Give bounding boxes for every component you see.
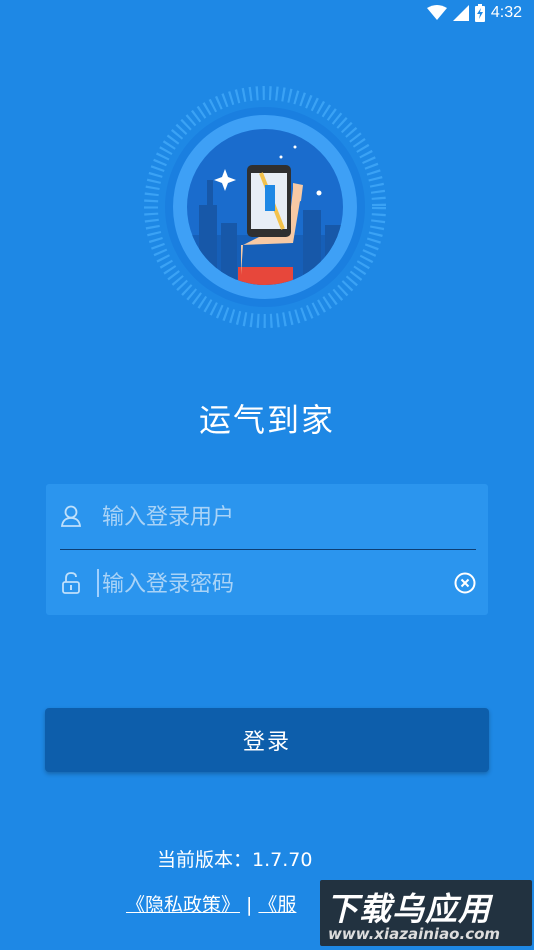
field-divider	[60, 549, 476, 550]
text-cursor	[97, 569, 99, 597]
lock-icon	[62, 572, 80, 594]
wifi-icon	[426, 5, 447, 20]
link-separator: |	[246, 894, 253, 916]
password-field[interactable]	[46, 551, 488, 615]
version-text: 当前版本：1.7.70	[157, 849, 313, 871]
app-title: 运气到家	[198, 401, 335, 439]
username-field[interactable]	[46, 484, 488, 548]
login-button[interactable]: 登录	[45, 708, 489, 772]
phone-in-hand-map-icon	[144, 86, 386, 328]
user-icon	[60, 505, 82, 527]
cellular-signal-icon	[452, 5, 469, 21]
battery-charging-icon	[474, 4, 485, 22]
status-icons: 4:32	[426, 4, 522, 22]
privacy-policy-link[interactable]: 《隐私政策》	[126, 894, 240, 916]
watermark: 下载乌应用 www.xiazainiao.com	[320, 880, 532, 946]
clear-circle-icon[interactable]	[454, 572, 476, 594]
policy-links: 《隐私政策》 | 《服	[126, 890, 296, 917]
service-agreement-link[interactable]: 《服	[258, 894, 296, 916]
status-bar: 4:32	[0, 0, 534, 28]
watermark-title: 下载乌应用	[326, 890, 492, 928]
watermark-url: www.xiazainiao.com	[328, 925, 501, 943]
status-time: 4:32	[490, 4, 522, 21]
login-card	[46, 484, 488, 615]
password-input[interactable]	[100, 563, 444, 605]
username-input[interactable]	[100, 496, 444, 538]
